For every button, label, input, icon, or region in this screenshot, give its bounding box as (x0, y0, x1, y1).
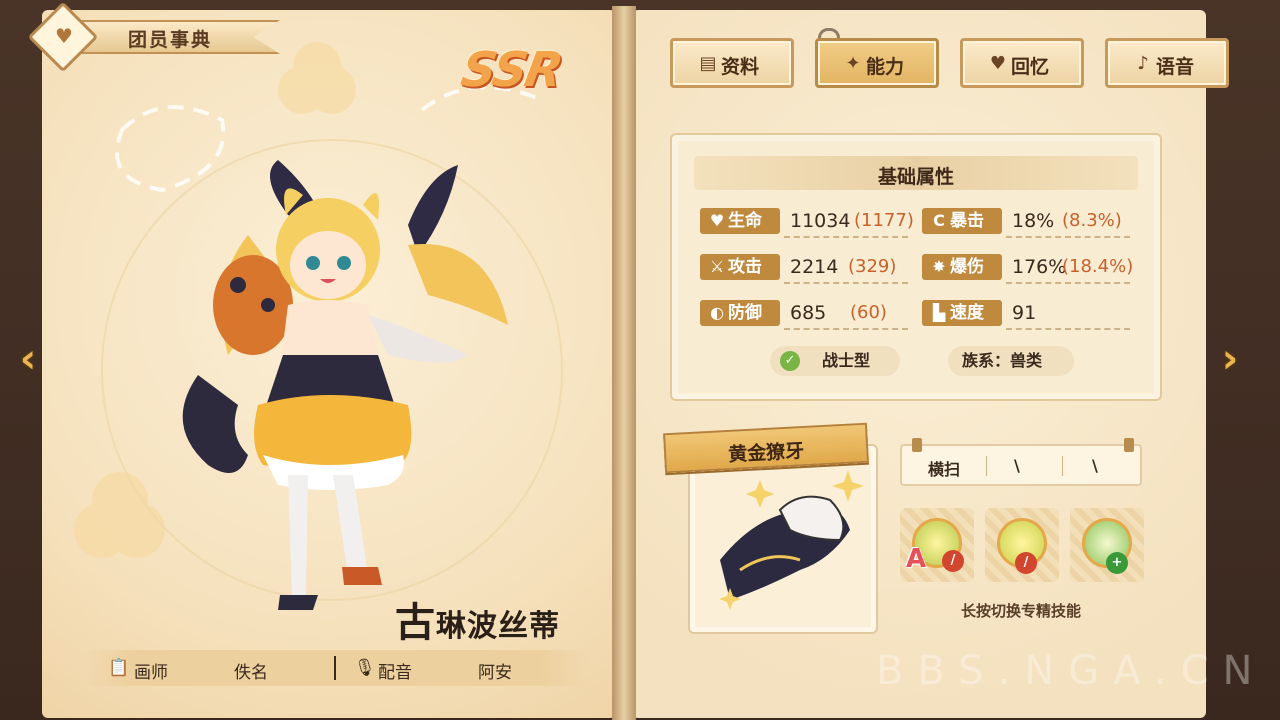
check-icon: ✓ (780, 351, 800, 371)
stat-crit-name: 暴击 (950, 211, 984, 231)
sword-icon: ⚔ (709, 257, 725, 276)
skill-slot-1[interactable]: A / (900, 508, 974, 582)
pin-icon (912, 438, 922, 452)
stat-def-bonus: (60) (850, 302, 887, 323)
stat-def: ◐ 防御 685 (60) (700, 300, 912, 330)
stat-atk-value: 2214 (790, 256, 839, 278)
skill-tab-empty-1[interactable]: \ (1014, 456, 1020, 475)
skill-1-letter: A (906, 544, 927, 574)
book-heart-icon: ♥ (55, 24, 73, 48)
stat-critdmg-name: 爆伤 (950, 257, 984, 277)
race-label: 族系：兽类 (962, 351, 1043, 370)
stat-crit-value: 18% (1012, 210, 1055, 232)
skill-tab-sweep[interactable]: 横扫 (928, 456, 960, 480)
stat-hp-label: ♥ 生命 (700, 208, 780, 234)
skill-tab-empty-2[interactable]: \ (1092, 456, 1098, 475)
stat-hp-value: 11034 (790, 210, 851, 232)
skill-tabs: 横扫 \ \ (900, 438, 1142, 486)
weapon-fang-image (719, 470, 864, 610)
stat-underline (784, 282, 908, 284)
stat-underline (784, 328, 908, 330)
voice-value: 阿安 (478, 663, 512, 683)
voice-label: 配音 (378, 663, 412, 683)
stat-atk-bonus: (329) (848, 256, 897, 277)
heart-icon: ♥ (709, 211, 725, 230)
stat-atk: ⚔ 攻击 2214 (329) (700, 254, 912, 284)
stat-speed-name: 速度 (950, 303, 984, 323)
tab-memory[interactable]: ♥ 回忆 (960, 38, 1084, 88)
watermark: BBS.NGA.CN (876, 648, 1267, 694)
tab-voice[interactable]: ♪ 语音 (1105, 38, 1229, 88)
tab-ability-label: 能力 (866, 56, 905, 78)
stat-critdmg-value: 176% (1012, 256, 1067, 278)
stat-crit-bonus: (8.3%) (1062, 210, 1122, 231)
stat-def-label: ◐ 防御 (700, 300, 780, 326)
character-name-rest: 琳波丝蒂 (436, 609, 560, 644)
stat-hp-name: 生命 (728, 211, 762, 231)
tab-ability[interactable]: ✦ 能力 (815, 38, 939, 88)
stat-crit-label: C 暴击 (922, 208, 1002, 234)
tab-memory-label: 回忆 (1011, 56, 1050, 78)
stat-atk-name: 攻击 (728, 257, 762, 277)
prev-arrow-icon[interactable]: ‹ (10, 336, 46, 382)
stat-hp-bonus: (1177) (854, 210, 914, 231)
artist-value: 佚名 (234, 663, 268, 683)
claw-icon: ✦ (845, 53, 861, 74)
stat-underline (1006, 328, 1130, 330)
artist-label: 画师 (134, 663, 168, 683)
burst-icon: ✸ (932, 257, 946, 276)
race-badge: 族系：兽类 (948, 346, 1074, 376)
stat-def-value: 685 (790, 302, 827, 324)
skill-slot-3[interactable]: + (1070, 508, 1144, 582)
character-name: 古琳波丝蒂 (395, 590, 560, 648)
skill-slot-2[interactable]: / (985, 508, 1059, 582)
stat-speed-label: ▙ 速度 (922, 300, 1002, 326)
skill-tab-separator (1062, 456, 1063, 476)
character-name-first: 古 (395, 600, 436, 646)
attributes-title: 基础属性 (877, 166, 954, 188)
stat-critdmg-bonus: (18.4%) (1062, 256, 1134, 277)
attributes-header: 基础属性 (694, 156, 1138, 190)
class-type-label: 战士型 (822, 351, 871, 370)
stat-speed-value: 91 (1012, 302, 1037, 324)
stat-atk-label: ⚔ 攻击 (700, 254, 780, 280)
next-arrow-icon[interactable]: › (1212, 336, 1248, 382)
heart-icon: ♥ (989, 53, 1007, 74)
title-ribbon: ♥ 团员事典 (18, 1, 280, 73)
book-spine (612, 6, 636, 720)
stat-crit: C 暴击 18% (8.3%) (922, 208, 1134, 238)
page-title: 团员事典 (128, 29, 213, 51)
notebook-icon: ▤ (699, 53, 717, 74)
tab-voice-label: 语音 (1156, 56, 1195, 78)
skill-2-badge: / (1015, 552, 1037, 574)
crit-icon: C (933, 211, 945, 230)
stat-underline (1006, 236, 1130, 238)
artist-icon: 📋 (108, 658, 130, 678)
stat-hp: ♥ 生命 11034 (1177) (700, 208, 914, 238)
stat-underline (1006, 282, 1130, 284)
stat-critdmg-label: ✸ 爆伤 (922, 254, 1002, 280)
tab-profile[interactable]: ▤ 资料 (670, 38, 794, 88)
class-type-badge: ✓ 战士型 (770, 346, 900, 376)
microphone-icon: 🎙 (354, 658, 376, 678)
stat-underline (784, 236, 908, 238)
stat-critdmg: ✸ 爆伤 176% (18.4%) (922, 254, 1134, 284)
rarity-badge: SSR (457, 42, 566, 98)
pin-icon (1124, 438, 1134, 452)
credits-bar: 📋 画师 佚名 🎙 配音 阿安 (84, 650, 588, 686)
boot-icon: ▙ (932, 303, 946, 322)
stat-speed: ▙ 速度 91 (922, 300, 1134, 330)
microphone-icon: ♪ (1137, 53, 1149, 74)
skill-3-badge: + (1106, 552, 1128, 574)
stat-def-name: 防御 (728, 303, 762, 323)
skill-1-badge: / (942, 550, 964, 572)
skill-hint: 长按切换专精技能 (960, 602, 1081, 620)
tab-profile-label: 资料 (721, 56, 760, 78)
skill-tab-separator (986, 456, 987, 476)
credits-divider (334, 656, 336, 680)
character-illustration (182, 160, 508, 610)
shield-icon: ◐ (710, 303, 724, 322)
